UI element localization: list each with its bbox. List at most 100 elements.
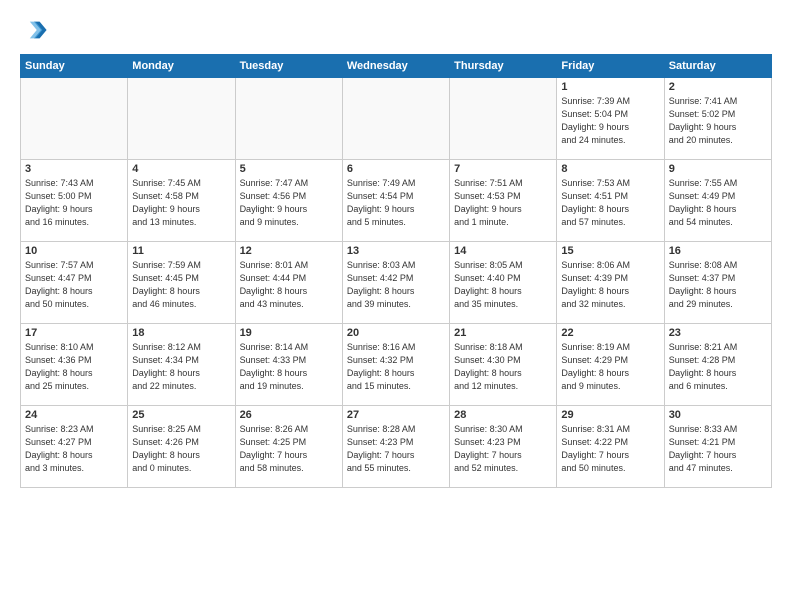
calendar-cell: 11 Sunrise: 7:59 AMSunset: 4:45 PMDayligh…	[128, 242, 235, 324]
header	[20, 16, 772, 44]
calendar-cell	[342, 78, 449, 160]
logo-icon	[20, 16, 48, 44]
day-info: Sunrise: 8:18 AMSunset: 4:30 PMDaylight:…	[454, 341, 552, 393]
calendar-cell: 23 Sunrise: 8:21 AMSunset: 4:28 PMDayligh…	[664, 324, 771, 406]
day-number: 29	[561, 409, 659, 421]
week-row-1: 1 Sunrise: 7:39 AMSunset: 5:04 PMDaylight…	[21, 78, 772, 160]
day-info: Sunrise: 8:31 AMSunset: 4:22 PMDaylight:…	[561, 423, 659, 475]
day-info: Sunrise: 8:12 AMSunset: 4:34 PMDaylight:…	[132, 341, 230, 393]
weekday-header-friday: Friday	[557, 55, 664, 78]
calendar-cell: 3 Sunrise: 7:43 AMSunset: 5:00 PMDaylight…	[21, 160, 128, 242]
day-info: Sunrise: 7:53 AMSunset: 4:51 PMDaylight:…	[561, 177, 659, 229]
day-number: 18	[132, 327, 230, 339]
day-info: Sunrise: 8:21 AMSunset: 4:28 PMDaylight:…	[669, 341, 767, 393]
weekday-header-row: SundayMondayTuesdayWednesdayThursdayFrid…	[21, 55, 772, 78]
calendar-cell: 5 Sunrise: 7:47 AMSunset: 4:56 PMDaylight…	[235, 160, 342, 242]
calendar-cell: 1 Sunrise: 7:39 AMSunset: 5:04 PMDaylight…	[557, 78, 664, 160]
day-info: Sunrise: 7:49 AMSunset: 4:54 PMDaylight:…	[347, 177, 445, 229]
calendar-cell: 2 Sunrise: 7:41 AMSunset: 5:02 PMDaylight…	[664, 78, 771, 160]
weekday-header-sunday: Sunday	[21, 55, 128, 78]
day-info: Sunrise: 8:06 AMSunset: 4:39 PMDaylight:…	[561, 259, 659, 311]
day-info: Sunrise: 8:03 AMSunset: 4:42 PMDaylight:…	[347, 259, 445, 311]
day-info: Sunrise: 8:33 AMSunset: 4:21 PMDaylight:…	[669, 423, 767, 475]
day-number: 13	[347, 245, 445, 257]
week-row-3: 10 Sunrise: 7:57 AMSunset: 4:47 PMDayligh…	[21, 242, 772, 324]
day-info: Sunrise: 7:59 AMSunset: 4:45 PMDaylight:…	[132, 259, 230, 311]
day-number: 23	[669, 327, 767, 339]
day-number: 25	[132, 409, 230, 421]
calendar-cell	[450, 78, 557, 160]
day-number: 24	[25, 409, 123, 421]
day-info: Sunrise: 8:26 AMSunset: 4:25 PMDaylight:…	[240, 423, 338, 475]
calendar-cell: 15 Sunrise: 8:06 AMSunset: 4:39 PMDayligh…	[557, 242, 664, 324]
calendar-cell: 21 Sunrise: 8:18 AMSunset: 4:30 PMDayligh…	[450, 324, 557, 406]
calendar-cell: 6 Sunrise: 7:49 AMSunset: 4:54 PMDaylight…	[342, 160, 449, 242]
calendar-cell: 20 Sunrise: 8:16 AMSunset: 4:32 PMDayligh…	[342, 324, 449, 406]
calendar-cell: 12 Sunrise: 8:01 AMSunset: 4:44 PMDayligh…	[235, 242, 342, 324]
day-number: 6	[347, 163, 445, 175]
weekday-header-tuesday: Tuesday	[235, 55, 342, 78]
logo	[20, 16, 52, 44]
calendar-cell: 28Sunrise: 8:30 AMSunset: 4:23 PMDayligh…	[450, 406, 557, 488]
day-number: 2	[669, 81, 767, 93]
week-row-2: 3 Sunrise: 7:43 AMSunset: 5:00 PMDaylight…	[21, 160, 772, 242]
calendar-table: SundayMondayTuesdayWednesdayThursdayFrid…	[20, 54, 772, 488]
calendar-cell: 22Sunrise: 8:19 AMSunset: 4:29 PMDayligh…	[557, 324, 664, 406]
day-number: 8	[561, 163, 659, 175]
day-info: Sunrise: 8:16 AMSunset: 4:32 PMDaylight:…	[347, 341, 445, 393]
day-number: 20	[347, 327, 445, 339]
page: SundayMondayTuesdayWednesdayThursdayFrid…	[0, 0, 792, 612]
day-number: 15	[561, 245, 659, 257]
day-info: Sunrise: 8:01 AMSunset: 4:44 PMDaylight:…	[240, 259, 338, 311]
calendar-cell: 30 Sunrise: 8:33 AMSunset: 4:21 PMDayligh…	[664, 406, 771, 488]
day-number: 10	[25, 245, 123, 257]
day-info: Sunrise: 8:05 AMSunset: 4:40 PMDaylight:…	[454, 259, 552, 311]
day-number: 26	[240, 409, 338, 421]
calendar-cell: 9 Sunrise: 7:55 AMSunset: 4:49 PMDaylight…	[664, 160, 771, 242]
day-number: 22	[561, 327, 659, 339]
day-number: 5	[240, 163, 338, 175]
day-number: 21	[454, 327, 552, 339]
day-number: 28	[454, 409, 552, 421]
day-info: Sunrise: 7:41 AMSunset: 5:02 PMDaylight:…	[669, 95, 767, 147]
day-number: 3	[25, 163, 123, 175]
day-info: Sunrise: 8:14 AMSunset: 4:33 PMDaylight:…	[240, 341, 338, 393]
weekday-header-wednesday: Wednesday	[342, 55, 449, 78]
day-number: 4	[132, 163, 230, 175]
calendar-cell: 10 Sunrise: 7:57 AMSunset: 4:47 PMDayligh…	[21, 242, 128, 324]
calendar-cell: 7Sunrise: 7:51 AMSunset: 4:53 PMDaylight…	[450, 160, 557, 242]
day-number: 14	[454, 245, 552, 257]
calendar-cell: 25 Sunrise: 8:25 AMSunset: 4:26 PMDayligh…	[128, 406, 235, 488]
day-number: 27	[347, 409, 445, 421]
day-number: 12	[240, 245, 338, 257]
day-info: Sunrise: 8:23 AMSunset: 4:27 PMDaylight:…	[25, 423, 123, 475]
day-info: Sunrise: 7:47 AMSunset: 4:56 PMDaylight:…	[240, 177, 338, 229]
calendar-cell: 26 Sunrise: 8:26 AMSunset: 4:25 PMDayligh…	[235, 406, 342, 488]
weekday-header-monday: Monday	[128, 55, 235, 78]
weekday-header-saturday: Saturday	[664, 55, 771, 78]
day-number: 1	[561, 81, 659, 93]
day-number: 30	[669, 409, 767, 421]
calendar-cell: 29 Sunrise: 8:31 AMSunset: 4:22 PMDayligh…	[557, 406, 664, 488]
day-number: 9	[669, 163, 767, 175]
calendar-cell: 17Sunrise: 8:10 AMSunset: 4:36 PMDayligh…	[21, 324, 128, 406]
day-info: Sunrise: 8:08 AMSunset: 4:37 PMDaylight:…	[669, 259, 767, 311]
weekday-header-thursday: Thursday	[450, 55, 557, 78]
day-number: 17	[25, 327, 123, 339]
day-info: Sunrise: 7:57 AMSunset: 4:47 PMDaylight:…	[25, 259, 123, 311]
calendar-cell: 24 Sunrise: 8:23 AMSunset: 4:27 PMDayligh…	[21, 406, 128, 488]
day-info: Sunrise: 7:43 AMSunset: 5:00 PMDaylight:…	[25, 177, 123, 229]
calendar-cell: 19 Sunrise: 8:14 AMSunset: 4:33 PMDayligh…	[235, 324, 342, 406]
calendar-cell: 27Sunrise: 8:28 AMSunset: 4:23 PMDayligh…	[342, 406, 449, 488]
week-row-4: 17Sunrise: 8:10 AMSunset: 4:36 PMDayligh…	[21, 324, 772, 406]
calendar-cell: 8 Sunrise: 7:53 AMSunset: 4:51 PMDaylight…	[557, 160, 664, 242]
week-row-5: 24 Sunrise: 8:23 AMSunset: 4:27 PMDayligh…	[21, 406, 772, 488]
day-info: Sunrise: 7:39 AMSunset: 5:04 PMDaylight:…	[561, 95, 659, 147]
day-number: 19	[240, 327, 338, 339]
day-number: 7	[454, 163, 552, 175]
day-info: Sunrise: 7:55 AMSunset: 4:49 PMDaylight:…	[669, 177, 767, 229]
calendar-cell: 4Sunrise: 7:45 AMSunset: 4:58 PMDaylight…	[128, 160, 235, 242]
day-info: Sunrise: 8:25 AMSunset: 4:26 PMDaylight:…	[132, 423, 230, 475]
day-number: 11	[132, 245, 230, 257]
calendar-cell	[235, 78, 342, 160]
